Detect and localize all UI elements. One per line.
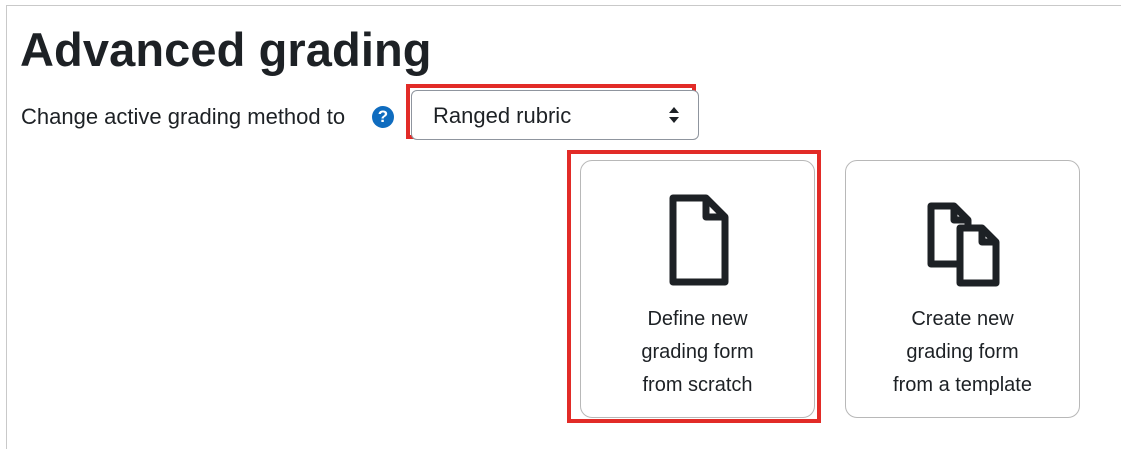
create-from-template-label: Create new grading form from a template bbox=[846, 303, 1079, 402]
help-circle-icon[interactable]: ? bbox=[372, 106, 394, 128]
left-frame-divider bbox=[6, 5, 7, 449]
grading-method-selected-value: Ranged rubric bbox=[433, 103, 572, 128]
top-frame-divider bbox=[6, 5, 1121, 6]
create-from-template-line-1: Create new bbox=[911, 308, 1014, 330]
advanced-grading-page: Advanced grading Change active grading m… bbox=[0, 0, 1121, 449]
copy-documents-icon bbox=[927, 202, 999, 287]
define-from-scratch-highlight bbox=[567, 150, 821, 423]
grading-method-select[interactable]: Ranged rubric bbox=[411, 90, 699, 140]
create-from-template-line-3: from a template bbox=[893, 374, 1032, 396]
sort-icon bbox=[669, 107, 679, 123]
page-title: Advanced grading bbox=[20, 23, 432, 76]
grading-method-label: Change active grading method to bbox=[21, 104, 346, 129]
create-from-template-line-2: grading form bbox=[906, 341, 1019, 363]
create-from-template-card[interactable]: Create new grading form from a template bbox=[845, 160, 1080, 418]
